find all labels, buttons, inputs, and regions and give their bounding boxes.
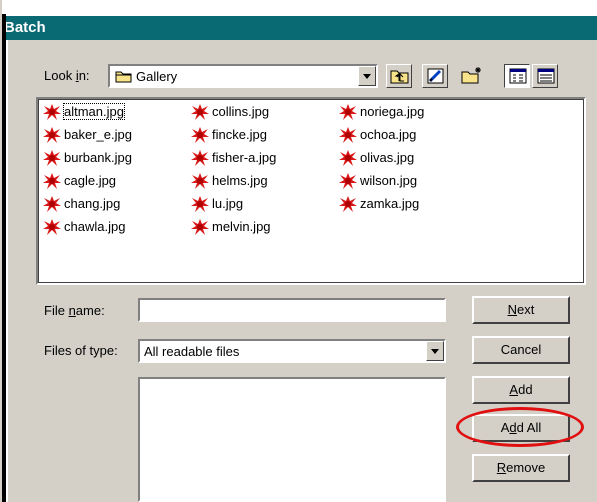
file-name: wilson.jpg bbox=[360, 173, 418, 188]
list-item[interactable]: altman.jpg bbox=[42, 102, 182, 122]
file-name: baker_e.jpg bbox=[64, 127, 132, 142]
look-in-value: Gallery bbox=[136, 69, 178, 84]
list-item[interactable]: zamka.jpg bbox=[338, 194, 478, 214]
chevron-down-icon[interactable] bbox=[426, 341, 444, 361]
image-file-icon bbox=[43, 150, 61, 166]
cancel-button[interactable]: Cancel bbox=[472, 336, 570, 364]
files-of-type-dropdown[interactable]: All readable files bbox=[138, 339, 446, 363]
list-item[interactable]: helms.jpg bbox=[190, 171, 330, 191]
list-item[interactable]: lu.jpg bbox=[190, 194, 330, 214]
file-name: ochoa.jpg bbox=[360, 127, 417, 142]
up-folder-button[interactable] bbox=[386, 64, 412, 88]
list-item[interactable]: chang.jpg bbox=[42, 194, 182, 214]
list-item[interactable]: fincke.jpg bbox=[190, 125, 330, 145]
file-name: cagle.jpg bbox=[64, 173, 117, 188]
next-button[interactable]: Next bbox=[472, 296, 570, 324]
file-name-label: File name: bbox=[44, 303, 105, 318]
remove-button[interactable]: Remove bbox=[472, 454, 570, 482]
list-item[interactable]: collins.jpg bbox=[190, 102, 330, 122]
image-file-icon bbox=[339, 196, 357, 212]
look-in-dropdown[interactable]: Gallery bbox=[108, 64, 378, 88]
file-name: zamka.jpg bbox=[360, 196, 420, 211]
file-name: noriega.jpg bbox=[360, 104, 425, 119]
file-name: fisher-a.jpg bbox=[212, 150, 277, 165]
image-file-icon bbox=[191, 150, 209, 166]
file-name: burbank.jpg bbox=[64, 150, 132, 165]
list-item[interactable]: ochoa.jpg bbox=[338, 125, 478, 145]
file-name: lu.jpg bbox=[212, 196, 244, 211]
image-file-icon bbox=[339, 150, 357, 166]
selected-files-list[interactable] bbox=[138, 377, 446, 502]
list-item[interactable]: wilson.jpg bbox=[338, 171, 478, 191]
edit-icon bbox=[427, 68, 444, 84]
image-file-icon bbox=[43, 173, 61, 189]
new-folder-icon bbox=[461, 67, 481, 84]
list-item[interactable]: olivas.jpg bbox=[338, 148, 478, 168]
image-file-icon bbox=[191, 196, 209, 212]
image-file-icon bbox=[339, 104, 357, 120]
batch-dialog: Batch Look in: Gallery altman.jpg baker_… bbox=[0, 0, 597, 502]
folder-icon bbox=[115, 71, 132, 83]
highlight-circle bbox=[456, 407, 584, 447]
image-file-icon bbox=[191, 104, 209, 120]
title-bar[interactable]: Batch bbox=[2, 14, 597, 40]
files-of-type-value: All readable files bbox=[144, 344, 240, 359]
add-button[interactable]: Add bbox=[472, 376, 570, 404]
chevron-down-icon[interactable] bbox=[358, 66, 376, 86]
edit-button[interactable] bbox=[422, 64, 448, 88]
list-item[interactable]: noriega.jpg bbox=[338, 102, 478, 122]
file-list[interactable]: altman.jpg baker_e.jpg burbank.jpg cagle.jp… bbox=[36, 97, 586, 285]
image-file-icon bbox=[191, 173, 209, 189]
file-name: fincke.jpg bbox=[212, 127, 267, 142]
image-file-icon bbox=[339, 127, 357, 143]
list-item[interactable]: baker_e.jpg bbox=[42, 125, 182, 145]
file-name: olivas.jpg bbox=[360, 150, 415, 165]
look-in-label: Look in: bbox=[44, 68, 90, 83]
file-name: altman.jpg bbox=[63, 103, 125, 120]
list-item[interactable]: cagle.jpg bbox=[42, 171, 182, 191]
left-border-highlight bbox=[6, 40, 8, 502]
list-view-icon bbox=[509, 68, 527, 84]
list-item[interactable]: fisher-a.jpg bbox=[190, 148, 330, 168]
image-file-icon bbox=[339, 173, 357, 189]
image-file-icon bbox=[43, 196, 61, 212]
image-file-icon bbox=[191, 219, 209, 235]
list-item[interactable]: melvin.jpg bbox=[190, 217, 330, 237]
image-file-icon bbox=[191, 127, 209, 143]
file-name-input[interactable] bbox=[138, 298, 446, 322]
image-file-icon bbox=[43, 104, 61, 120]
list-item[interactable]: burbank.jpg bbox=[42, 148, 182, 168]
file-name: chawla.jpg bbox=[64, 219, 126, 234]
details-view-button[interactable] bbox=[532, 64, 558, 88]
new-folder-button[interactable] bbox=[458, 64, 484, 88]
file-name: chang.jpg bbox=[64, 196, 121, 211]
list-view-button[interactable] bbox=[504, 64, 530, 88]
list-item[interactable]: chawla.jpg bbox=[42, 217, 182, 237]
file-name: melvin.jpg bbox=[212, 219, 271, 234]
files-of-type-label: Files of type: bbox=[44, 343, 118, 358]
image-file-icon bbox=[43, 219, 61, 235]
file-name: helms.jpg bbox=[212, 173, 268, 188]
image-file-icon bbox=[43, 127, 61, 143]
up-folder-icon bbox=[390, 70, 409, 84]
file-name: collins.jpg bbox=[212, 104, 270, 119]
top-margin bbox=[2, 0, 597, 14]
details-view-icon bbox=[537, 68, 555, 84]
window-title: Batch bbox=[4, 19, 46, 36]
